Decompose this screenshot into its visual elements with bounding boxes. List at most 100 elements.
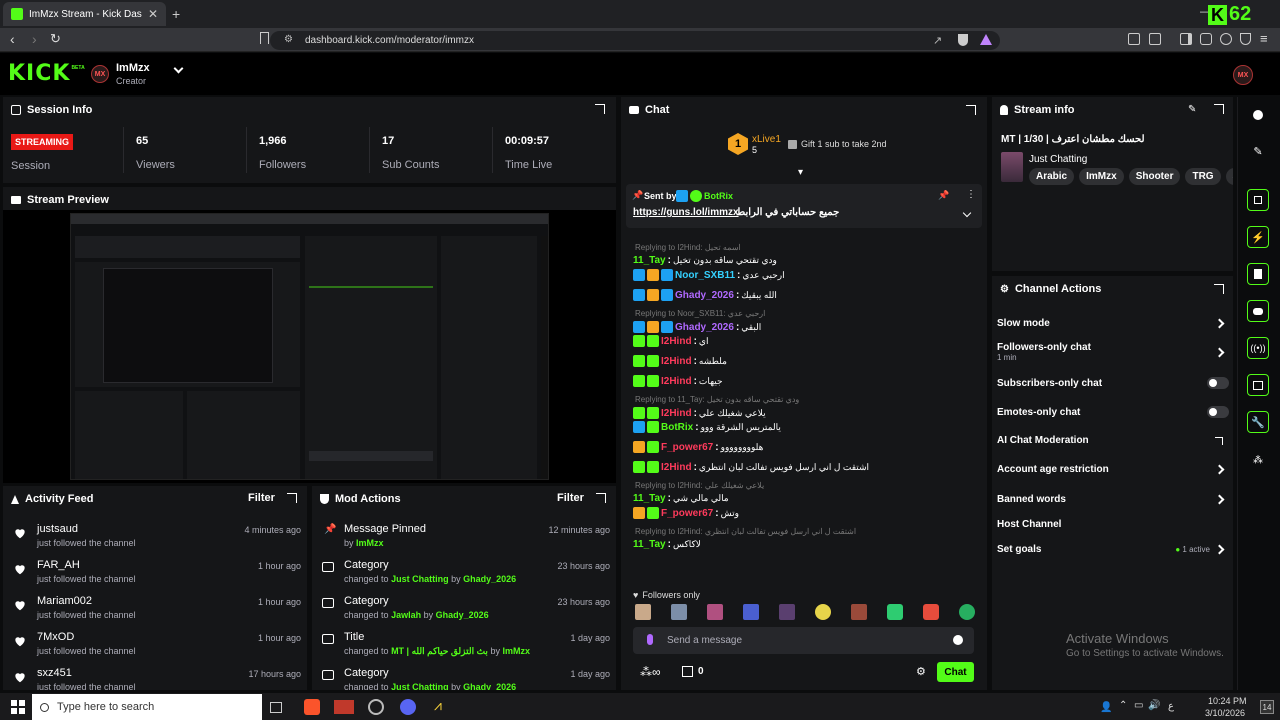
chat-username[interactable]: I2Hind <box>661 336 692 347</box>
mod-filter-button[interactable]: Filter <box>557 492 584 504</box>
mod-actor[interactable]: Ghady_2026 <box>463 682 516 690</box>
url-field[interactable]: ⚙ dashboard.kick.com/moderator/immzx ↗ <box>270 31 1000 50</box>
chat-message[interactable]: 11_Tay: مالي مالي شي <box>633 493 729 504</box>
close-tab-icon[interactable]: ✕ <box>148 7 158 21</box>
chat-username[interactable]: 11_Tay <box>633 493 666 504</box>
notes-icon[interactable] <box>1247 263 1269 285</box>
follower-name[interactable]: sxz451 <box>37 667 72 679</box>
chat-username[interactable]: BotRix <box>661 422 693 433</box>
bookmark-icon[interactable] <box>260 32 269 44</box>
activity-feed-item[interactable]: 7MxOD just followed the channel 1 hour ago <box>13 629 301 665</box>
reply-context[interactable]: Replying to I2Hind: يلاعي شغيلك علي <box>635 481 764 490</box>
chat-username[interactable]: I2Hind <box>661 462 692 473</box>
extensions-icon[interactable] <box>1128 33 1140 45</box>
discord-icon[interactable] <box>400 699 416 715</box>
tag[interactable]: Arabic <box>1029 168 1075 185</box>
tag[interactable]: ImMzx <box>1079 168 1124 185</box>
brave-browser-icon[interactable] <box>304 699 320 715</box>
emote-icon[interactable] <box>923 604 939 620</box>
more-icon[interactable]: ⋮ <box>966 189 976 200</box>
user-tray-icon[interactable]: 👤 <box>1100 702 1112 713</box>
wrench-icon[interactable]: 🔧 <box>1247 411 1269 433</box>
back-icon[interactable]: ‹ <box>10 31 15 47</box>
reload-icon[interactable]: ↻ <box>50 31 61 47</box>
unpin-icon[interactable]: 📌 <box>938 190 949 201</box>
menu-icon[interactable]: ≡ <box>1260 31 1268 46</box>
chat-username[interactable]: Ghady_2026 <box>675 290 734 301</box>
raid-icon[interactable] <box>1247 189 1269 211</box>
emote-icon[interactable] <box>671 604 687 620</box>
emote-icon[interactable] <box>707 604 723 620</box>
tray-chevron-icon[interactable]: ⌃ <box>1119 700 1127 711</box>
emote-icon[interactable] <box>851 604 867 620</box>
emote-icon[interactable] <box>815 604 831 620</box>
edit-icon[interactable]: ✎ <box>1188 104 1196 115</box>
chat-message[interactable]: Ghady_2026: البقي <box>633 321 761 333</box>
tag[interactable]: ara <box>1225 168 1233 185</box>
follower-name[interactable]: FAR_AH <box>37 559 80 571</box>
infinity-icon[interactable]: ⁂∞ <box>640 665 661 679</box>
obs-app-icon[interactable] <box>334 700 354 714</box>
reply-context[interactable]: Replying to Noor_SXB11: ارحبي عدي <box>635 309 765 318</box>
chat-message[interactable]: I2Hind: ملطشه <box>633 355 727 367</box>
chat-message[interactable]: I2Hind: اي <box>633 335 708 347</box>
chat-username[interactable]: Noor_SXB11 <box>675 270 735 281</box>
top-supporter[interactable]: 1 xLive1 5 <box>728 133 781 155</box>
activity-filter-button[interactable]: Filter <box>248 492 275 504</box>
chat-username[interactable]: Ghady_2026 <box>675 322 734 333</box>
vpn-icon[interactable] <box>1240 33 1251 45</box>
task-view-icon[interactable] <box>270 702 282 713</box>
channel-action-slow-mode[interactable]: Slow mode <box>997 318 1229 329</box>
chat-bubble-icon[interactable] <box>1247 300 1269 322</box>
chat-username[interactable]: 11_Tay <box>633 255 666 266</box>
chat-username[interactable]: I2Hind <box>661 376 692 387</box>
chat-message[interactable]: F_power67: هلوووووووو <box>633 441 763 453</box>
notification-icon[interactable]: 14 <box>1260 700 1274 714</box>
gift-box-icon[interactable] <box>682 666 693 677</box>
language-indicator[interactable]: ع <box>1168 701 1174 712</box>
chat-message[interactable]: Ghady_2026: الله يبقيك <box>633 289 777 301</box>
tag[interactable]: TRG <box>1185 168 1221 185</box>
emote-icon[interactable] <box>635 604 651 620</box>
microphone-icon[interactable] <box>647 634 653 645</box>
activity-feed-item[interactable]: FAR_AH just followed the channel 1 hour ag… <box>13 557 301 593</box>
popout-icon[interactable] <box>1214 104 1224 114</box>
info-icon[interactable] <box>1247 104 1269 126</box>
popout-icon[interactable] <box>595 104 605 114</box>
tray-clock-time[interactable]: 10:24 PM <box>1208 696 1247 706</box>
expand-chevron-icon[interactable] <box>962 208 972 218</box>
network-icon[interactable]: ▭ <box>1134 700 1143 711</box>
activity-feed-item[interactable]: sxz451 just followed the channel 17 hours … <box>13 665 301 690</box>
emote-icon[interactable] <box>779 604 795 620</box>
mod-actor[interactable]: Ghady_2026 <box>463 574 516 584</box>
sidebar-toggle-icon[interactable] <box>1180 33 1192 45</box>
channel-action-followers-only-chat[interactable]: Followers-only chat 1 min <box>997 342 1229 362</box>
collapse-icon[interactable]: ▾ <box>798 167 803 178</box>
wallet-icon[interactable] <box>1149 33 1161 45</box>
chat-message[interactable]: F_power67: وتش <box>633 507 739 519</box>
wallet2-icon[interactable] <box>1200 33 1212 45</box>
site-info-icon[interactable]: ⚙ <box>284 34 293 45</box>
mod-actor[interactable]: ImMzx <box>502 646 530 656</box>
new-tab-icon[interactable]: + <box>172 6 180 22</box>
reply-context[interactable]: Replying to 11_Tay: ودي تقتحي ساقه بدون … <box>635 395 799 404</box>
windows-start-icon[interactable] <box>11 700 25 714</box>
valorant-icon[interactable]: ⩘ <box>434 697 456 715</box>
channel-switcher-chevron-icon[interactable] <box>173 63 184 74</box>
edit-icon[interactable]: ✎ <box>1247 140 1269 162</box>
chat-message[interactable]: BotRix: يالمتريس الشرقة ووو <box>633 421 781 433</box>
user-avatar[interactable]: MX <box>1233 65 1253 85</box>
gift-sub-prompt[interactable]: Gift 1 sub to take 2nd <box>788 139 887 149</box>
popout-icon[interactable] <box>287 493 297 503</box>
kick-logo[interactable]: KICK BETA <box>8 61 85 86</box>
browser-tab[interactable]: ImMzx Stream - Kick Dashboard ✕ <box>3 2 166 26</box>
chat-message[interactable]: 11_Tay: ودي تقتحي ساقه بدون تخيل <box>633 255 777 266</box>
popout-icon[interactable] <box>596 493 606 503</box>
activity-feed-item[interactable]: Mariam002 just followed the channel 1 hour… <box>13 593 301 629</box>
tag[interactable]: Shooter <box>1128 168 1181 185</box>
speaker-icon[interactable]: 🔊 <box>1148 700 1160 711</box>
channel-action-ai-chat-moderation[interactable]: AI Chat Moderation <box>997 435 1229 446</box>
popout-icon[interactable] <box>1214 284 1224 294</box>
chat-message[interactable]: Noor_SXB11: ارحبي عدي <box>633 269 785 281</box>
popout-icon[interactable] <box>966 105 976 115</box>
